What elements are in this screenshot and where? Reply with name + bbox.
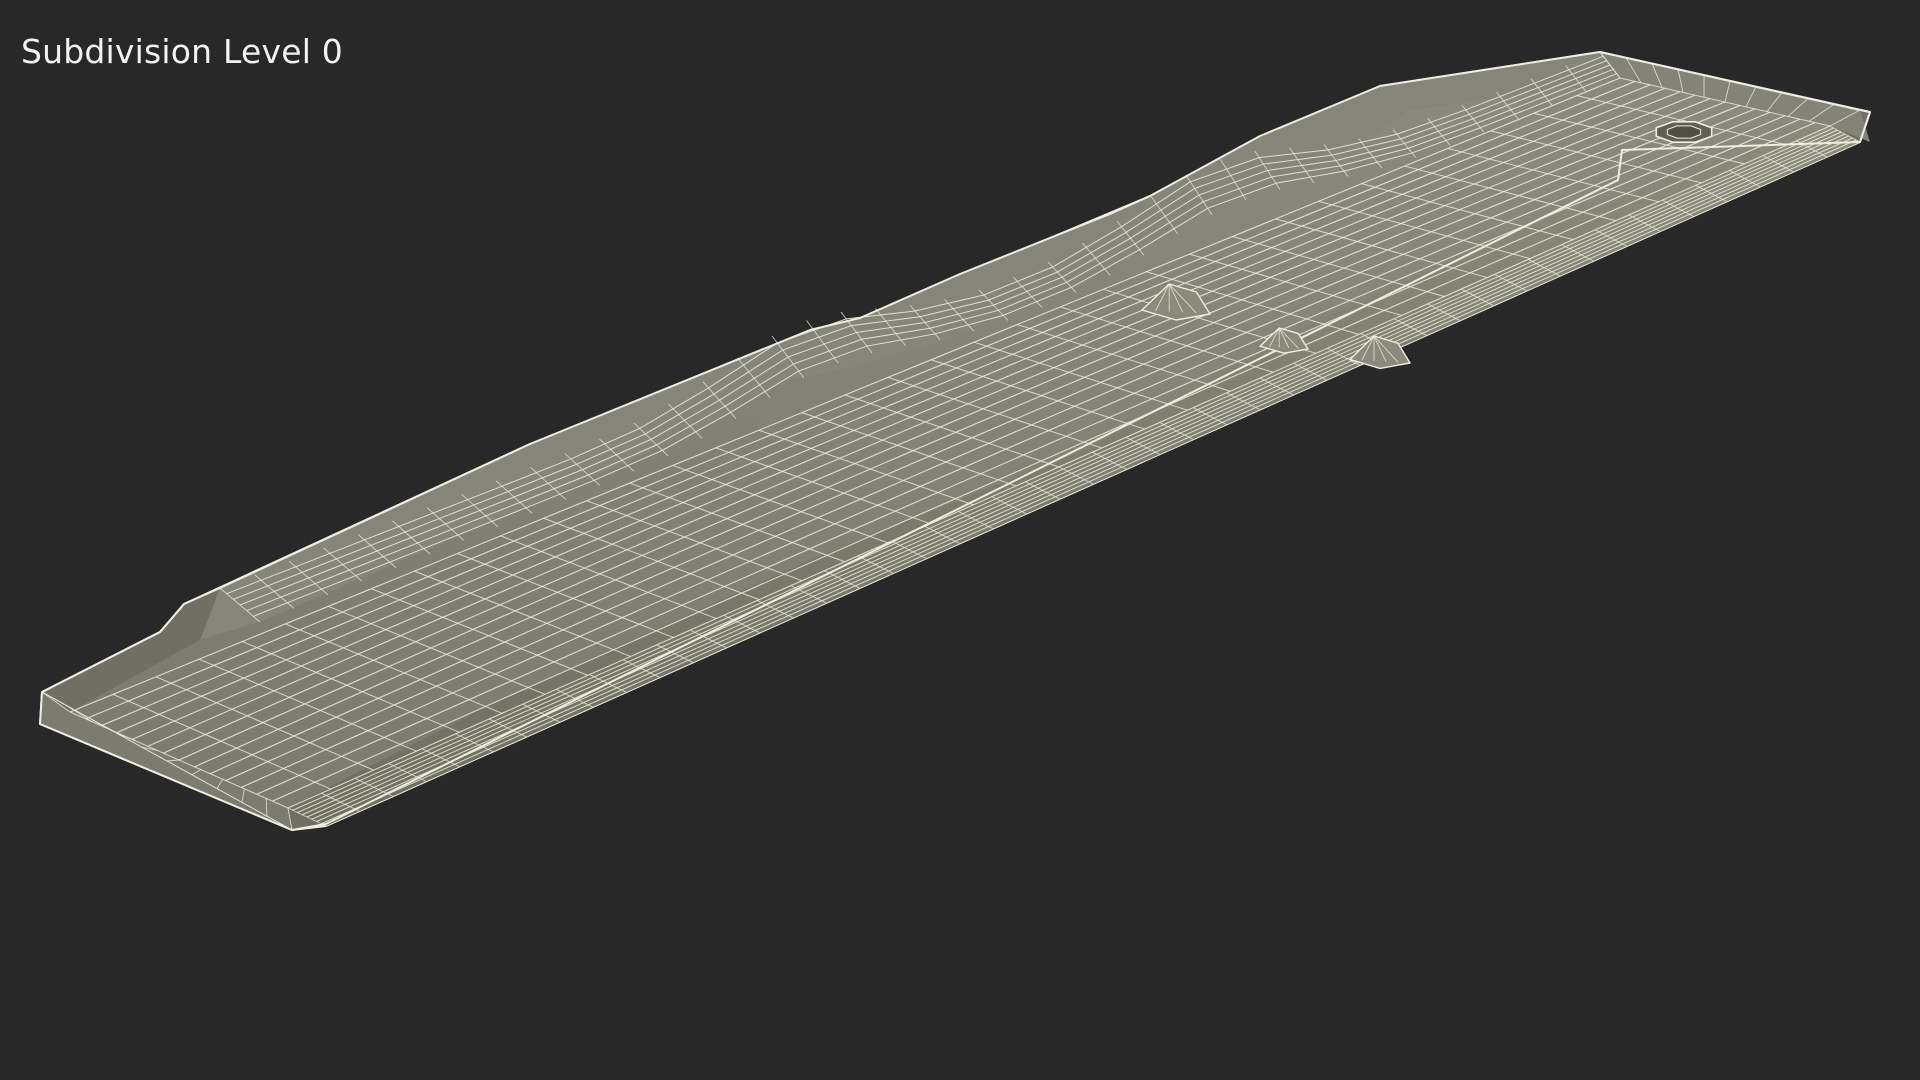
lane-model xyxy=(39,51,1871,831)
wireframe-model-render xyxy=(39,51,1871,831)
cup-hole-inner xyxy=(1666,125,1702,139)
3d-viewport[interactable]: Subdivision Level 0 xyxy=(0,0,1920,1080)
lane-floor xyxy=(70,78,1830,808)
